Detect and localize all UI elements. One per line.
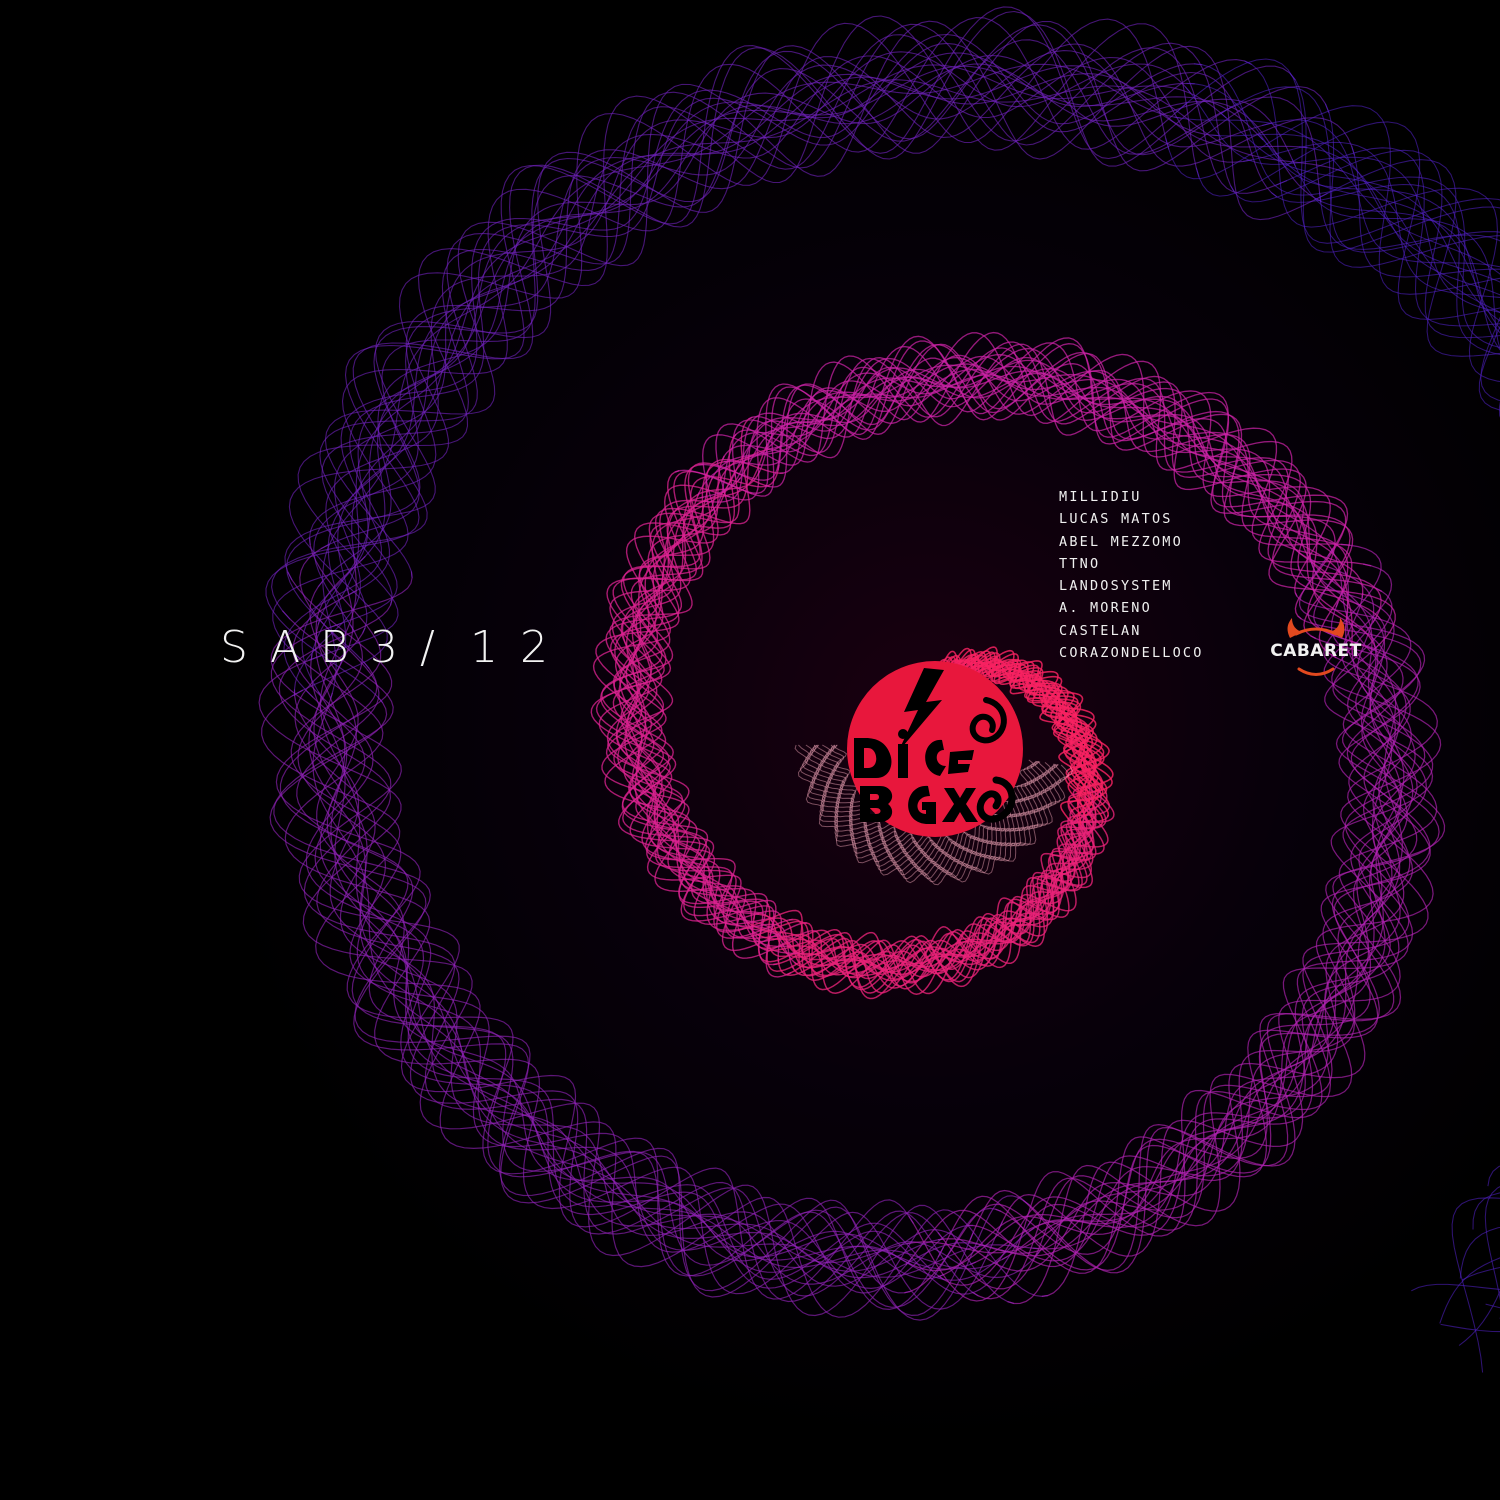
lineup-artist: A. MORENO: [1059, 600, 1152, 617]
date-char: 1: [470, 622, 498, 673]
date-char: S: [220, 622, 248, 673]
artist-lineup: MILLIDIU LUCAS MATOS ABEL MEZZOMO TTNO L…: [1059, 486, 1204, 664]
spiral-strand: [1262, 119, 1500, 268]
event-date: S A B 3 / 1 2: [220, 623, 570, 673]
venue-name: CABARET: [1270, 641, 1362, 661]
date-char: 3: [370, 622, 398, 673]
spiral-strand: [1027, 565, 1427, 1236]
party-logo-badge: [847, 661, 1023, 837]
lineup-artist: CORAZONDELLOCO: [1059, 645, 1204, 662]
date-char: A: [270, 622, 301, 673]
lineup-artist: TTNO: [1059, 555, 1101, 572]
spiral-strand: [1299, 146, 1500, 1319]
date-char: B: [320, 622, 349, 673]
spiral-strand: [1270, 183, 1500, 1279]
spiral-strand: [1318, 192, 1500, 1292]
spiral-strand: [322, 63, 1182, 700]
spiral-strand: [1314, 197, 1500, 1324]
date-char: /: [420, 622, 435, 673]
spiral-strand: [1351, 145, 1500, 1333]
lineup-artist: MILLIDIU: [1059, 489, 1142, 505]
date-char: 2: [520, 622, 548, 673]
lineup-artist: ABEL MEZZOMO: [1059, 533, 1183, 550]
spiral-wave-artwork: [258, 6, 1500, 1373]
spiral-strand: [601, 462, 770, 935]
spiral-strand: [1313, 159, 1500, 1373]
spiral-strand: [270, 571, 915, 1300]
spiral-strand: [265, 6, 1188, 704]
poster: S A B 3 / 1 2 MILLIDIU LUCAS MATOS ABEL MEZZOM…: [0, 0, 1500, 1500]
lineup-artist: LUCAS MATOS: [1059, 511, 1173, 528]
lineup-artist: CASTELAN: [1059, 622, 1142, 639]
spiral-strand: [1275, 147, 1500, 1301]
lineup-artist: LANDOSYSTEM: [1059, 578, 1173, 595]
venue-logo: CABARET: [1266, 612, 1366, 682]
